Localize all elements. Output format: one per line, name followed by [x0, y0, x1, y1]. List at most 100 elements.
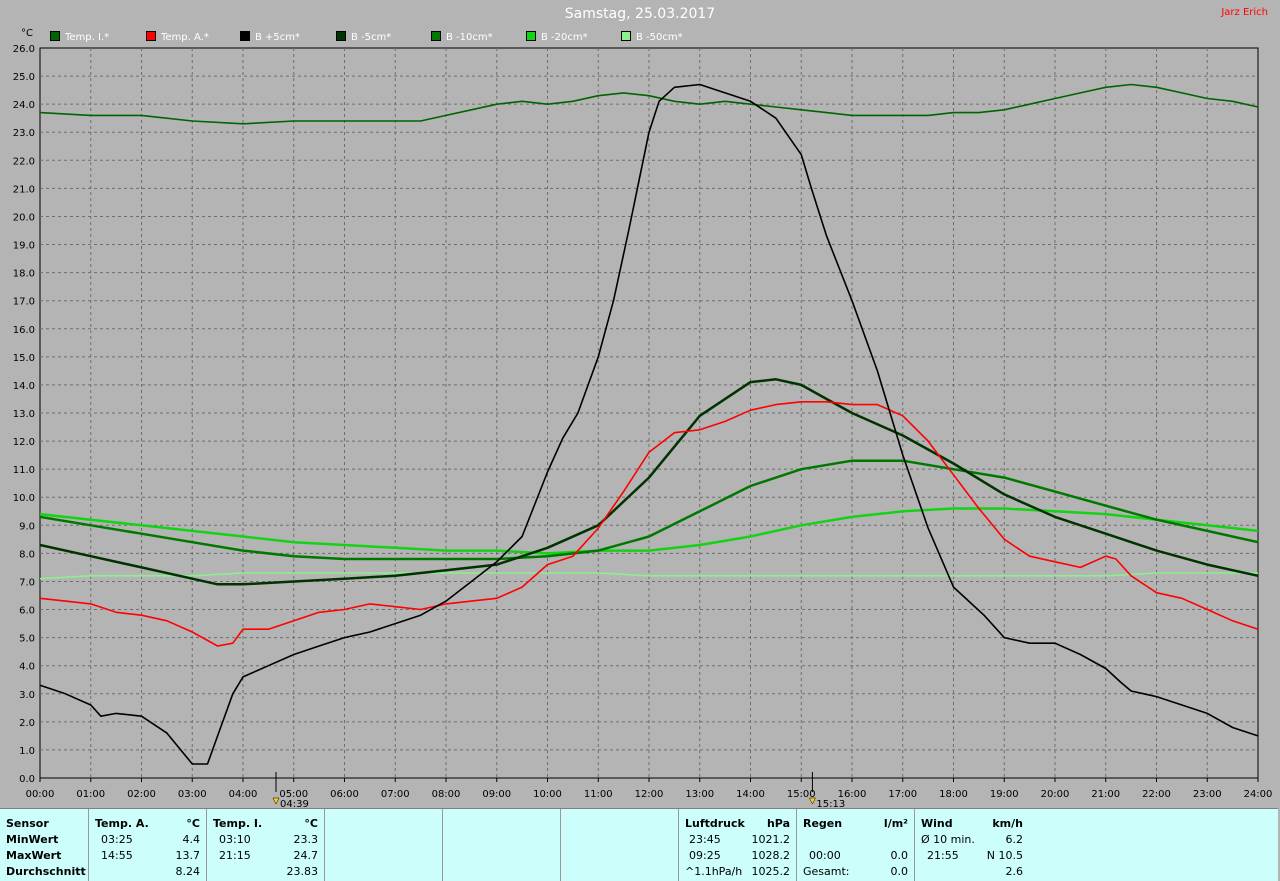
legend-swatch	[146, 31, 156, 41]
y-tick-label: 3.0	[19, 690, 35, 701]
x-tick-label: 23:00	[1193, 789, 1222, 800]
x-tick-label: 01:00	[76, 789, 105, 800]
y-tick-label: 17.0	[13, 297, 35, 308]
wind-max-time: 21:55	[927, 849, 959, 862]
legend-item: B -20cm*	[526, 31, 588, 43]
x-tick-label: 08:00	[432, 789, 461, 800]
wind-column: Wind km/h Ø 10 min. 6.2 21:55 N 10.5 2.6	[915, 809, 1033, 881]
x-tick-label: 03:00	[178, 789, 207, 800]
regen-time: 00:00	[809, 849, 841, 862]
y-tick-label: 26.0	[13, 44, 35, 55]
chart-area: 0.0 1.0 2.0 3.0 4.0 5.0 6.0 7.0 8.0 9.0 10.0 11.0 12…	[13, 28, 1273, 808]
y-tick-label: 14.0	[13, 381, 35, 392]
y-tick-label: 2.0	[19, 718, 35, 729]
y-tick-label: 16.0	[13, 325, 35, 336]
author-label: Jarz Erich	[1221, 7, 1268, 18]
sunset-icon	[809, 797, 816, 805]
luftdruck-max-time: 09:25	[689, 849, 721, 862]
x-tick-label: 22:00	[1142, 789, 1171, 800]
wind-mean-value: 2.6	[1005, 865, 1024, 878]
temp-a-max-value: 13.7	[175, 849, 201, 862]
marker-label: 15:13	[816, 799, 845, 808]
temp-i-avg-value: 23.83	[286, 865, 319, 878]
x-tick-label: 19:00	[990, 789, 1019, 800]
legend-swatch	[431, 31, 441, 41]
x-tick-label: 21:00	[1091, 789, 1120, 800]
y-tick-label: 5.0	[19, 634, 35, 645]
regen-column: Regen l/m² 0.0 00:00 Gesamt: 0.0	[797, 809, 915, 881]
x-tick-label: 12:00	[635, 789, 664, 800]
temp-i-column: Temp. I. °C 03:10 23.3 21:15 24.7 23.83	[207, 809, 325, 881]
y-tick-label: 25.0	[13, 72, 35, 83]
x-tick-label: 20:00	[1041, 789, 1070, 800]
y-tick-label: 4.0	[19, 662, 35, 673]
luftdruck-max-value: 1028.2	[751, 849, 791, 862]
luftdruck-avg-value: 1025.2	[751, 865, 791, 878]
y-tick-label: 18.0	[13, 269, 35, 280]
y-tick-label: 7.0	[19, 577, 35, 588]
legend-label: B -20cm*	[541, 32, 588, 43]
luftdruck-trend: ^1.1hPa/h	[685, 865, 743, 878]
temp-i-min-value: 23.3	[293, 833, 319, 846]
temp-a-unit: °C	[186, 817, 200, 830]
row-label-max: MaxWert	[6, 849, 62, 862]
luftdruck-column: Luftdruck hPa 23:45 1021.2 09:25 1028.2 …	[679, 809, 797, 881]
y-tick-label: 20.0	[13, 212, 35, 223]
legend-label: B -5cm*	[351, 32, 392, 43]
legend-item: Temp. I.*	[50, 31, 109, 43]
temp-i-max-time: 21:15	[219, 849, 251, 862]
luftdruck-min-time: 23:45	[689, 833, 721, 846]
y-tick-label: 12.0	[13, 437, 35, 448]
legend-label: Temp. A.*	[161, 32, 209, 43]
legend-label: Temp. I.*	[65, 32, 110, 43]
wind-unit: km/h	[992, 817, 1023, 830]
regen-unit: l/m²	[883, 817, 908, 830]
legend-label: B +5cm*	[255, 32, 301, 43]
y-tick-label: 22.0	[13, 156, 35, 167]
y-tick-label: 10.0	[13, 493, 35, 504]
temp-i-min-time: 03:10	[219, 833, 251, 846]
y-tick-label: 23.0	[13, 128, 35, 139]
y-tick-label: 24.0	[13, 100, 35, 111]
wind-avg-label: Ø 10 min.	[921, 833, 975, 846]
sensor-column: Sensor MinWert MaxWert Durchschnitt	[0, 809, 89, 881]
x-tick-label: 11:00	[584, 789, 613, 800]
x-tick-label: 10:00	[533, 789, 562, 800]
x-tick-label: 13:00	[685, 789, 714, 800]
y-tick-label: 19.0	[13, 241, 35, 252]
x-tick-label: 07:00	[381, 789, 410, 800]
luftdruck-header: Luftdruck	[685, 817, 745, 830]
row-label-min: MinWert	[6, 833, 59, 846]
chart-title: Samstag, 25.03.2017	[564, 6, 716, 22]
regen-value: 0.0	[890, 849, 909, 862]
sensor-header: Sensor	[6, 817, 49, 830]
legend-item: Temp. A.*	[146, 31, 209, 43]
y-tick-label: 0.0	[19, 774, 35, 785]
legend-label: B -50cm*	[636, 32, 683, 43]
temp-a-max-time: 14:55	[101, 849, 133, 862]
empty-column-3	[561, 809, 679, 881]
luftdruck-min-value: 1021.2	[751, 833, 791, 846]
y-tick-label: 8.0	[19, 549, 35, 560]
legend-swatch	[240, 31, 250, 41]
legend-swatch	[526, 31, 536, 41]
empty-column-2	[443, 809, 561, 881]
temp-a-avg-value: 8.24	[175, 865, 201, 878]
summary-table: Sensor MinWert MaxWert Durchschnitt Temp…	[0, 808, 1278, 881]
temp-i-header: Temp. I.	[213, 817, 263, 830]
legend-item: B -10cm*	[431, 31, 493, 43]
regen-header: Regen	[803, 817, 843, 830]
temp-i-max-value: 24.7	[293, 849, 319, 862]
wind-max-value: N 10.5	[986, 849, 1023, 862]
regen-total-label: Gesamt:	[803, 865, 850, 878]
y-tick-label: 13.0	[13, 409, 35, 420]
temp-a-header: Temp. A.	[95, 817, 149, 830]
x-tick-label: 17:00	[888, 789, 917, 800]
y-tick-label: 6.0	[19, 606, 35, 617]
marker-label: 04:39	[280, 799, 309, 808]
y-axis-unit: °C	[21, 28, 33, 39]
empty-column-1	[325, 809, 443, 881]
row-label-avg: Durchschnitt	[6, 865, 86, 878]
x-tick-label: 24:00	[1244, 789, 1273, 800]
wind-header: Wind	[921, 817, 953, 830]
